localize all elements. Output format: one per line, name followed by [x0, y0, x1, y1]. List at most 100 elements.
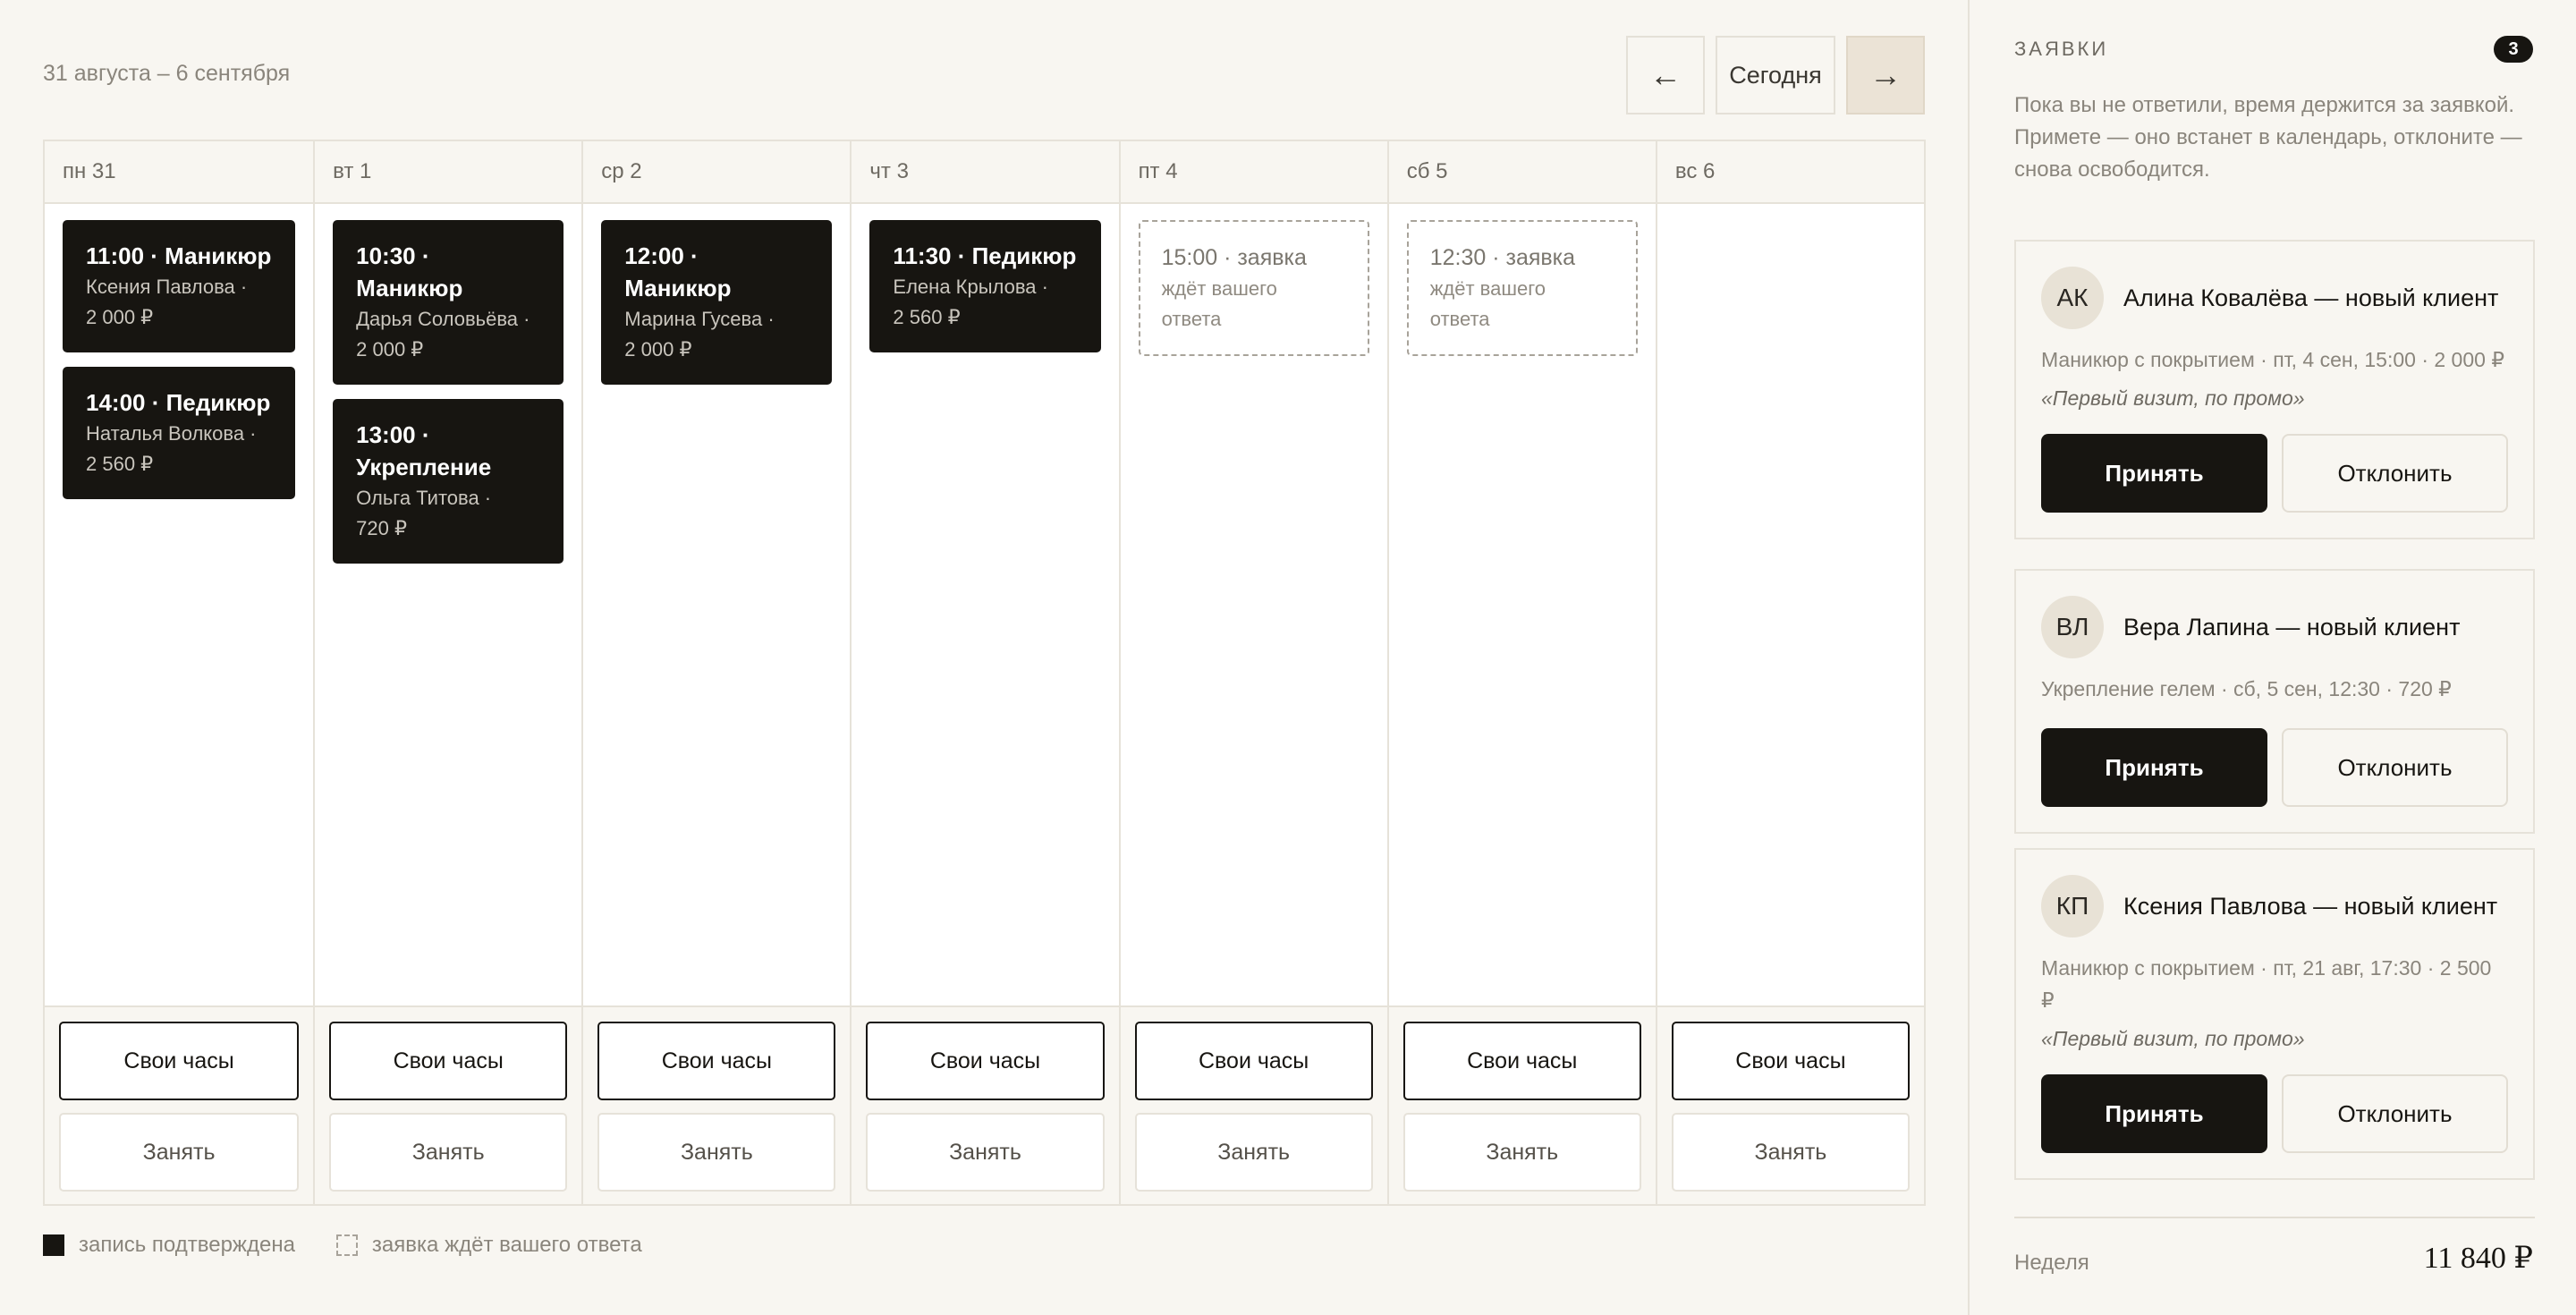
day-header: ср 2	[583, 141, 851, 204]
request-header: КП Ксения Павлова — новый клиент	[2041, 875, 2508, 937]
pending-request-card[interactable]: 15:00 · заявка ждёт вашего ответа	[1138, 220, 1369, 356]
request-actions: Принять Отклонить	[2041, 728, 2508, 807]
take-slot-button[interactable]: Занять	[329, 1113, 568, 1192]
take-slot-button[interactable]: Занять	[597, 1113, 836, 1192]
own-hours-button[interactable]: Свои часы	[866, 1022, 1105, 1100]
own-hours-button[interactable]: Свои часы	[597, 1022, 836, 1100]
appointment-title: 11:00 · Маникюр	[86, 242, 272, 269]
day-body: 10:30 · Маникюр Дарья Соловьёва · 2 000 ₽1…	[315, 204, 581, 1005]
day-column: сб 5 12:30 · заявка ждёт вашего ответа Свои …	[1386, 141, 1656, 1204]
requests-count-badge: 3	[2494, 36, 2533, 63]
decline-button[interactable]: Отклонить	[2281, 728, 2508, 807]
own-hours-button[interactable]: Свои часы	[1402, 1022, 1641, 1100]
take-slot-button[interactable]: Занять	[1402, 1113, 1641, 1192]
decline-button[interactable]: Отклонить	[2281, 1074, 2508, 1153]
appointment-client: Дарья Соловьёва ·	[356, 308, 530, 330]
request-details: Маникюр с покрытием · пт, 21 авг, 17:30 …	[2041, 956, 2492, 1012]
day-body: 11:30 · Педикюр Елена Крылова · 2 560 ₽	[852, 204, 1118, 1005]
day-body: 15:00 · заявка ждёт вашего ответа	[1121, 204, 1387, 1005]
avatar: АК	[2041, 267, 2104, 329]
legend-pending: заявка ждёт вашего ответа	[371, 1233, 642, 1257]
pending-request-card[interactable]: 12:30 · заявка ждёт вашего ответа	[1406, 220, 1638, 356]
pending-swatch-icon	[335, 1234, 358, 1256]
week-range: 31 августа – 6 сентября	[43, 61, 291, 86]
requests-hint: Пока вы не ответили, время держится за з…	[2014, 93, 2522, 182]
request-client-name: Алина Ковалёва — новый клиент	[2123, 284, 2499, 311]
legend-confirmed: запись подтверждена	[79, 1233, 295, 1257]
prev-week-button[interactable]: ←	[1626, 36, 1705, 115]
appointment-price: 720 ₽	[356, 517, 407, 539]
appointment-title: 15:00 · заявка	[1161, 245, 1307, 270]
request-note: «Первый визит, по промо»	[2041, 1027, 2305, 1050]
day-header: чт 3	[852, 141, 1119, 204]
day-column: пн 31 11:00 · Маникюр Ксения Павлова · 2 00…	[45, 141, 314, 1204]
own-hours-button[interactable]: Свои часы	[1134, 1022, 1373, 1100]
accept-button[interactable]: Принять	[2041, 434, 2267, 513]
take-slot-button[interactable]: Занять	[866, 1113, 1105, 1192]
week-total-label: Неделя	[2014, 1251, 2089, 1275]
next-week-button[interactable]: →	[1846, 36, 1925, 115]
appointment-client: Марина Гусева ·	[624, 308, 775, 330]
appointment-card[interactable]: 10:30 · Маникюр Дарья Соловьёва · 2 000 ₽	[333, 220, 564, 385]
appointment-client: Елена Крылова ·	[893, 276, 1048, 298]
own-hours-button[interactable]: Свои часы	[59, 1022, 300, 1100]
today-button[interactable]: Сегодня	[1716, 36, 1835, 115]
appointment-title: 10:30 · Маникюр	[356, 242, 463, 301]
legend: запись подтверждена заявка ждёт вашего о…	[43, 1233, 642, 1258]
appointment-price: 2 000 ₽	[624, 338, 692, 361]
appointment-title: 12:30 · заявка	[1429, 245, 1576, 270]
appointment-price: 2 560 ₽	[893, 306, 961, 328]
day-header: пт 4	[1120, 141, 1387, 204]
day-actions: Свои часы Занять	[1657, 1005, 1924, 1204]
day-column: вт 1 10:30 · Маникюр Дарья Соловьёва · 2 00…	[313, 141, 582, 1204]
appointment-price: 2 000 ₽	[86, 306, 154, 328]
day-body: 12:00 · Маникюр Марина Гусева · 2 000 ₽	[583, 204, 850, 1005]
appointment-card[interactable]: 13:00 · Укрепление Ольга Титова · 720 ₽	[333, 399, 564, 564]
appointment-card[interactable]: 12:00 · Маникюр Марина Гусева · 2 000 ₽	[601, 220, 833, 385]
take-slot-button[interactable]: Занять	[1134, 1113, 1373, 1192]
day-column: ср 2 12:00 · Маникюр Марина Гусева · 2 000 …	[581, 141, 851, 1204]
take-slot-button[interactable]: Занять	[59, 1113, 300, 1192]
appointment-price: ответа	[1429, 308, 1490, 330]
day-header: пн 31	[45, 141, 314, 204]
appointment-title: 11:30 · Педикюр	[893, 242, 1077, 269]
day-actions: Свои часы Занять	[1388, 1005, 1656, 1204]
own-hours-button[interactable]: Свои часы	[1671, 1022, 1910, 1100]
accept-button[interactable]: Принять	[2041, 1074, 2267, 1153]
day-header: вт 1	[315, 141, 582, 204]
requests-sidebar: ЗАЯВКИ 3 Пока вы не ответили, время держ…	[1968, 0, 2576, 1315]
week-calendar: пн 31 11:00 · Маникюр Ксения Павлова · 2 00…	[43, 140, 1926, 1206]
appointment-card[interactable]: 11:30 · Педикюр Елена Крылова · 2 560 ₽	[869, 220, 1101, 352]
request-actions: Принять Отклонить	[2041, 1074, 2508, 1153]
take-slot-button[interactable]: Занять	[1671, 1113, 1910, 1192]
request-client-name: Ксения Павлова — новый клиент	[2123, 892, 2498, 920]
request-header: ВЛ Вера Лапина — новый клиент	[2041, 596, 2508, 658]
day-column: чт 3 11:30 · Педикюр Елена Крылова · 2 560 …	[850, 141, 1119, 1204]
request-note: «Первый визит, по промо»	[2041, 386, 2305, 410]
schedule-main: 31 августа – 6 сентября ← Сегодня → пн 3…	[0, 0, 1968, 1315]
appointment-price: 2 560 ₽	[86, 453, 154, 475]
day-body	[1657, 204, 1924, 1005]
avatar: КП	[2041, 875, 2104, 937]
appointment-client: ждёт вашего	[1161, 277, 1277, 300]
appointment-client: ждёт вашего	[1429, 277, 1546, 300]
avatar: ВЛ	[2041, 596, 2104, 658]
request-card: ВЛ Вера Лапина — новый клиент Укрепление г…	[2014, 569, 2535, 834]
accept-button[interactable]: Принять	[2041, 728, 2267, 807]
day-actions: Свои часы Занять	[45, 1005, 314, 1204]
decline-button[interactable]: Отклонить	[2281, 434, 2508, 513]
own-hours-button[interactable]: Свои часы	[329, 1022, 568, 1100]
day-actions: Свои часы Занять	[583, 1005, 851, 1204]
day-actions: Свои часы Занять	[852, 1005, 1119, 1204]
day-column: вс 6 Свои часы Занять	[1655, 141, 1924, 1204]
day-header: вс 6	[1657, 141, 1924, 204]
appointment-card[interactable]: 14:00 · Педикюр Наталья Волкова · 2 560 ₽	[63, 367, 296, 499]
day-actions: Свои часы Занять	[315, 1005, 582, 1204]
requests-title: ЗАЯВКИ	[2014, 38, 2109, 60]
appointment-price: ответа	[1161, 308, 1222, 330]
week-total-value: 11 840 ₽	[2423, 1242, 2533, 1275]
appointment-card[interactable]: 11:00 · Маникюр Ксения Павлова · 2 000 ₽	[63, 220, 296, 352]
day-header: сб 5	[1388, 141, 1656, 204]
request-card: КП Ксения Павлова — новый клиент Маникюр с…	[2014, 848, 2535, 1180]
request-card: АК Алина Ковалёва — новый клиент Маникюр с…	[2014, 240, 2535, 539]
